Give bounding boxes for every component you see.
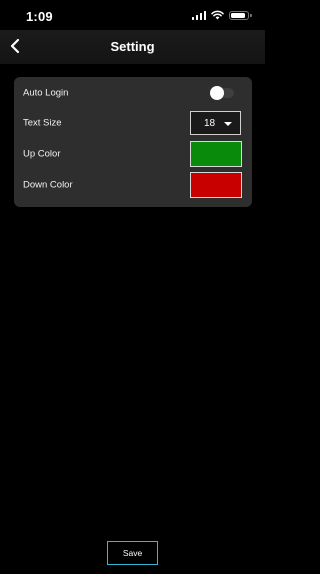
status-time: 1:09 xyxy=(26,9,53,24)
down-color-row: Down Color xyxy=(14,170,252,200)
save-button[interactable]: Save xyxy=(107,541,158,565)
page-title: Setting xyxy=(110,39,155,54)
text-size-value: 18 xyxy=(204,118,216,129)
down-color-swatch[interactable] xyxy=(190,172,242,198)
toggle-knob xyxy=(210,86,224,100)
auto-login-label: Auto Login xyxy=(23,87,69,99)
auto-login-toggle[interactable] xyxy=(210,86,234,100)
wifi-icon xyxy=(211,10,224,20)
status-icons xyxy=(191,10,252,20)
status-bar: 1:09 xyxy=(0,0,265,30)
settings-panel: Auto Login Text Size 18 Up Color Down Co… xyxy=(14,77,252,207)
signal-icon xyxy=(191,10,206,20)
caret-down-icon xyxy=(224,122,232,126)
navigation-bar: Setting xyxy=(0,30,265,64)
text-size-label: Text Size xyxy=(23,117,62,129)
auto-login-row: Auto Login xyxy=(14,78,252,108)
up-color-row: Up Color xyxy=(14,139,252,169)
up-color-swatch[interactable] xyxy=(190,141,242,167)
text-size-row: Text Size 18 xyxy=(14,108,252,138)
down-color-label: Down Color xyxy=(23,179,73,191)
up-color-label: Up Color xyxy=(23,148,61,160)
text-size-select[interactable]: 18 xyxy=(190,111,241,135)
battery-icon xyxy=(229,10,252,20)
